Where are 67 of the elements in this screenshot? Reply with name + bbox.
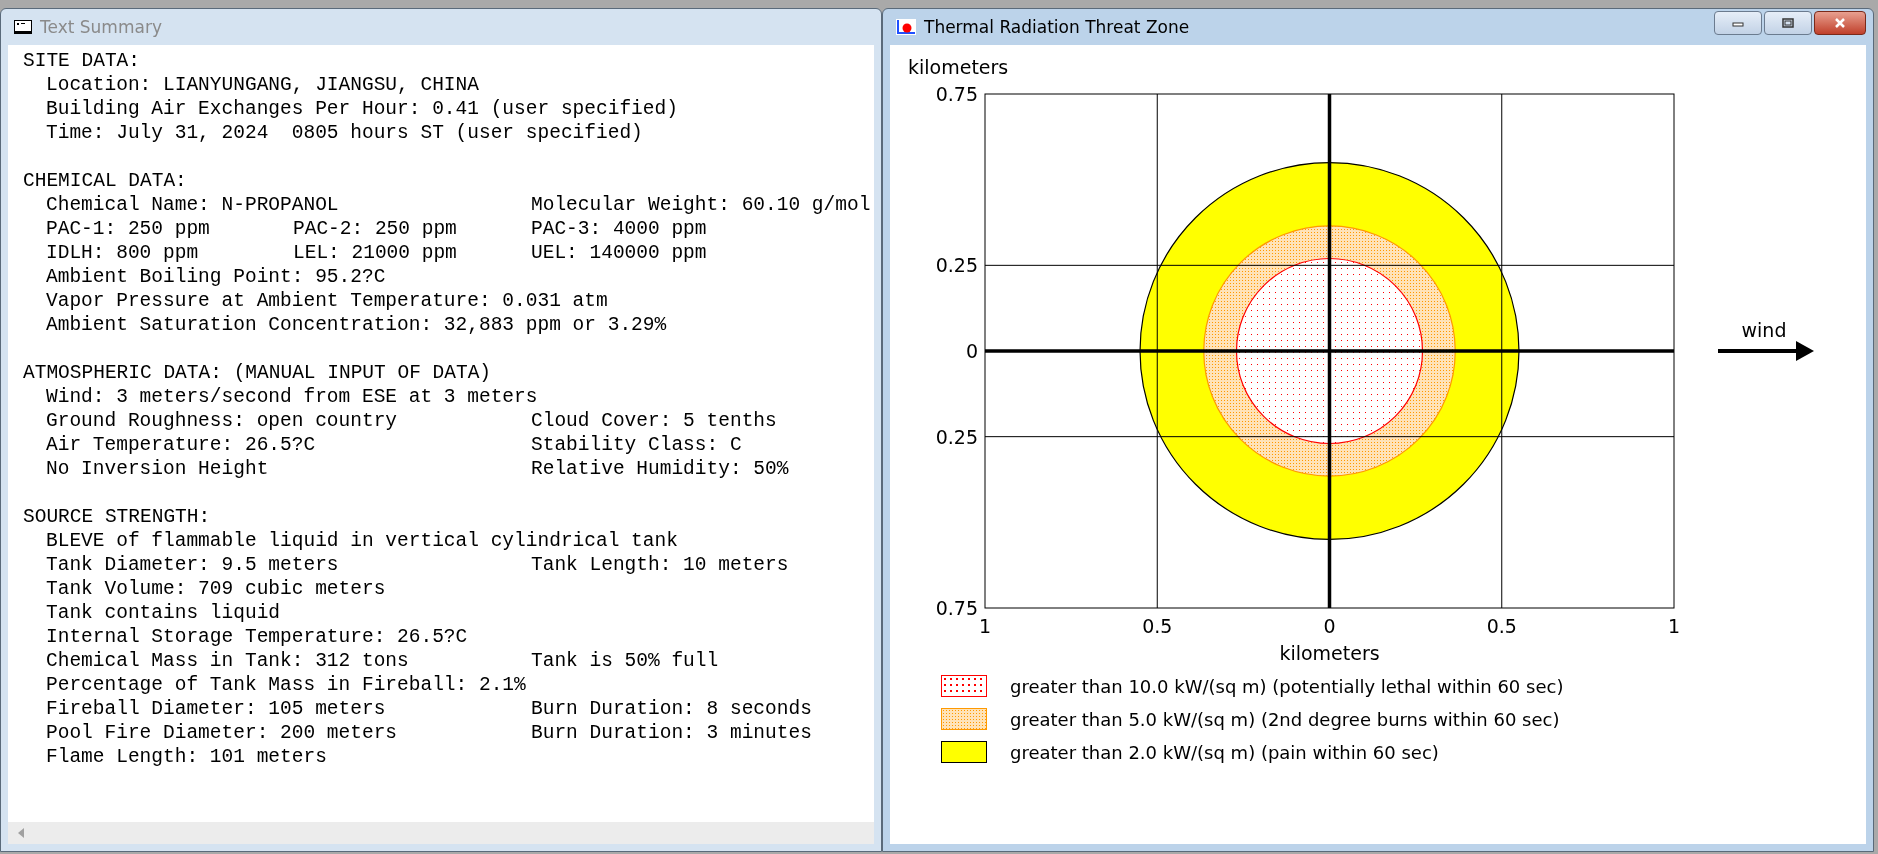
- axis-tick-label: 0.5: [1486, 615, 1517, 637]
- summary-line: Vapor Pressure at Ambient Temperature: 0.031 atm: [46, 290, 608, 312]
- summary-line: Ambient Boiling Point: 95.2?C: [46, 266, 386, 288]
- summary-line: Ground Roughness: open country: [46, 410, 398, 432]
- summary-line: Pool Fire Diameter: 200 meters: [46, 722, 398, 744]
- summary-line: UEL: 140000 ppm: [531, 241, 707, 265]
- maximize-icon: [1782, 18, 1794, 28]
- horizontal-scrollbar[interactable]: [8, 822, 874, 844]
- summary-line: PAC-1: 250 ppm: [46, 218, 210, 240]
- summary-line: No Inversion Height: [46, 458, 269, 480]
- summary-line: PAC-2: 250 ppm: [293, 217, 457, 241]
- summary-line: Percentage of Tank Mass in Fireball: 2.1%: [46, 674, 526, 696]
- axis-tick-label: 0: [1323, 615, 1336, 637]
- summary-line: Tank Diameter: 9.5 meters: [46, 554, 339, 576]
- legend-label: greater than 5.0 kW/(sq m) (2nd degree burns within 60 sec): [1010, 708, 1560, 730]
- summary-line: Molecular Weight: 60.10 g/mol: [531, 193, 871, 217]
- summary-line: Burn Duration: 8 seconds: [531, 697, 812, 721]
- summary-line: Tank Length: 10 meters: [531, 553, 789, 577]
- section-heading: ATMOSPHERIC DATA: (MANUAL INPUT OF DATA): [23, 361, 493, 385]
- axis-tick-label: 0.75: [935, 597, 978, 619]
- axis-title: kilometers: [908, 56, 1009, 78]
- summary-line: Stability Class: C: [531, 433, 742, 457]
- summary-line: Tank Volume: 709 cubic meters: [46, 578, 386, 600]
- summary-line: Burn Duration: 3 minutes: [531, 721, 812, 745]
- axis-tick-label: 1: [1667, 615, 1681, 637]
- summary-line: Chemical Mass in Tank: 312 tons: [46, 650, 409, 672]
- summary-line: PAC-3: 4000 ppm: [531, 217, 707, 241]
- summary-line: Relative Humidity: 50%: [531, 457, 789, 481]
- axis-tick-label: 0.75: [935, 83, 978, 105]
- summary-line: Fireball Diameter: 105 meters: [46, 698, 386, 720]
- summary-line: LEL: 21000 ppm: [293, 241, 457, 265]
- summary-line: Building Air Exchanges Per Hour: 0.41 (user specified): [46, 98, 678, 120]
- minimize-icon: [1732, 19, 1744, 27]
- legend-label: greater than 10.0 kW/(sq m) (potentially lethal within 60 sec): [1010, 675, 1564, 697]
- summary-line: Chemical Name: N-PROPANOL: [46, 194, 339, 216]
- close-icon: [1833, 18, 1847, 28]
- section-heading: CHEMICAL DATA:: [23, 169, 188, 193]
- close-button[interactable]: [1814, 11, 1866, 35]
- wind-label: wind: [1741, 319, 1787, 341]
- section-heading: SITE DATA:: [23, 49, 142, 73]
- summary-line: BLEVE of flammable liquid in vertical cylindrical tank: [46, 530, 678, 552]
- window-title: Text Summary: [40, 17, 162, 37]
- scroll-left-icon[interactable]: [16, 827, 26, 839]
- summary-line: Tank contains liquid: [46, 602, 281, 624]
- summary-line: Internal Storage Temperature: 26.5?C: [46, 626, 468, 648]
- summary-line: Ambient Saturation Concentration: 32,883 ppm or 3.29%: [46, 314, 667, 336]
- section-heading: SOURCE STRENGTH:: [23, 505, 212, 529]
- axis-tick-label: 0.25: [935, 425, 978, 448]
- summary-line: Time: July 31, 2024 0805 hours ST (user specified): [46, 122, 643, 144]
- summary-line: Flame Length: 101 meters: [46, 746, 327, 768]
- maximize-button[interactable]: [1764, 11, 1812, 35]
- summary-line: Tank is 50% full: [531, 649, 719, 673]
- summary-line: Air Temperature: 26.5?C: [46, 434, 316, 456]
- summary-line: Cloud Cover: 5 tenths: [531, 409, 777, 433]
- window-title: Thermal Radiation Threat Zone: [924, 17, 1190, 37]
- axis-tick-label: 0.5: [1142, 615, 1173, 637]
- axis-tick-label: 1: [978, 615, 992, 637]
- minimize-button[interactable]: [1714, 11, 1762, 35]
- axis-title: kilometers: [1279, 642, 1380, 664]
- summary-line: IDLH: 800 ppm: [46, 242, 199, 264]
- axis-tick-label: 0: [965, 340, 978, 362]
- window-icon: [14, 20, 32, 34]
- summary-line: Wind: 3 meters/second from ESE at 3 meters: [46, 386, 538, 408]
- chart-icon: [896, 19, 916, 35]
- legend-label: greater than 2.0 kW/(sq m) (pain within 60 sec): [1010, 741, 1439, 763]
- summary-line: Location: LIANYUNGANG, JIANGSU, CHINA: [46, 74, 479, 96]
- axis-tick-label: 0.25: [935, 254, 978, 277]
